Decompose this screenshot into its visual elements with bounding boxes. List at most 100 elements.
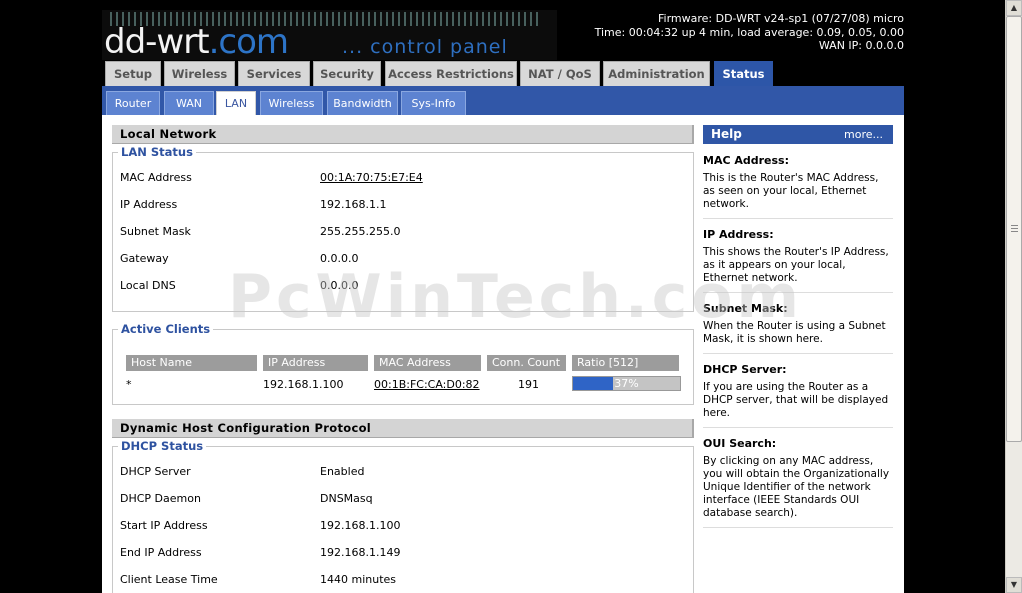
row-value: 192.168.1.1: [320, 198, 387, 211]
row-label: Client Lease Time: [120, 573, 218, 586]
lan-row-gateway: Gateway 0.0.0.0: [113, 245, 693, 272]
scroll-down-arrow-icon[interactable]: ▼: [1006, 577, 1022, 593]
row-value: 0.0.0.0: [320, 252, 359, 265]
help-item-ip: IP Address: This shows the Router's IP A…: [703, 219, 893, 293]
lan-status-fieldset: LAN Status MAC Address 00:1A:70:75:E7:E4…: [112, 145, 694, 312]
client-ratio-text: 37%: [614, 377, 639, 390]
section-title-local-network: Local Network: [112, 125, 694, 144]
help-more-link[interactable]: more...: [844, 125, 883, 144]
tab-administration[interactable]: Administration: [603, 61, 710, 86]
row-label: End IP Address: [120, 546, 202, 559]
help-title: Help more...: [703, 125, 893, 144]
row-value: Enabled: [320, 465, 365, 478]
tab-security[interactable]: Security: [313, 61, 381, 86]
client-ip: 192.168.1.100: [263, 378, 344, 391]
main-panel: Local Network LAN Status MAC Address 00:…: [112, 125, 694, 593]
lan-row-dns: Local DNS 0.0.0.0: [113, 272, 693, 299]
subtab-router[interactable]: Router: [106, 91, 160, 115]
row-value: 1440 minutes: [320, 573, 397, 586]
section-title-dhcp: Dynamic Host Configuration Protocol: [112, 419, 694, 438]
row-value: 0.0.0.0: [320, 279, 359, 292]
col-host-name: Host Name: [126, 355, 258, 371]
col-ratio: Ratio [512]: [572, 355, 680, 371]
row-label: DHCP Daemon: [120, 492, 201, 505]
uptime-load: Time: 00:04:32 up 4 min, load average: 0…: [594, 25, 904, 39]
tab-setup[interactable]: Setup: [105, 61, 161, 86]
help-item-oui: OUI Search: By clicking on any MAC addre…: [703, 428, 893, 528]
row-value: DNSMasq: [320, 492, 373, 505]
col-conn-count: Conn. Count: [487, 355, 567, 371]
help-heading: MAC Address:: [703, 154, 790, 167]
client-mac-link[interactable]: 00:1B:FC:CA:D0:82: [374, 378, 480, 391]
main-tabs: Setup Wireless Services Security Access …: [102, 61, 904, 86]
help-body: By clicking on any MAC address, you will…: [703, 455, 890, 519]
help-body: If you are using the Router as a DHCP se…: [703, 381, 889, 419]
help-heading: DHCP Server:: [703, 363, 787, 376]
subtab-wireless[interactable]: Wireless: [260, 91, 323, 115]
row-label: Gateway: [120, 252, 169, 265]
lan-row-mac: MAC Address 00:1A:70:75:E7:E4: [113, 164, 693, 191]
tab-status[interactable]: Status: [714, 61, 773, 86]
logo-tagline: ... control panel: [342, 36, 508, 58]
client-ratio-bar: 37%: [572, 376, 681, 391]
help-title-text: Help: [711, 127, 742, 141]
row-value: 192.168.1.100: [320, 519, 401, 532]
tab-access-restrictions[interactable]: Access Restrictions: [385, 61, 517, 86]
tab-wireless[interactable]: Wireless: [164, 61, 235, 86]
ddwrt-logo[interactable]: dd-wrt.com ... control panel: [102, 10, 557, 62]
help-body: This is the Router's MAC Address, as see…: [703, 172, 879, 210]
dhcp-row-server: DHCP Server Enabled: [113, 458, 693, 485]
row-label: MAC Address: [120, 171, 192, 184]
active-clients-fieldset: Active Clients Host Name IP Address MAC …: [112, 322, 694, 405]
tab-nat-qos[interactable]: NAT / QoS: [520, 61, 600, 86]
help-heading: IP Address:: [703, 228, 774, 241]
help-item-subnet: Subnet Mask: When the Router is using a …: [703, 293, 893, 354]
dhcp-row-end-ip: End IP Address 192.168.1.149: [113, 539, 693, 566]
sub-tabs: Router WAN LAN Wireless Bandwidth Sys-In…: [102, 86, 904, 115]
scroll-thumb[interactable]: [1006, 16, 1022, 442]
client-host: *: [126, 378, 132, 391]
subtab-wan[interactable]: WAN: [164, 91, 214, 115]
help-item-dhcp: DHCP Server: If you are using the Router…: [703, 354, 893, 428]
subtab-lan[interactable]: LAN: [216, 91, 256, 115]
lan-status-legend: LAN Status: [118, 145, 196, 159]
help-heading: OUI Search:: [703, 437, 777, 450]
firmware-info: Firmware: DD-WRT v24-sp1 (07/27/08) micr…: [595, 12, 904, 53]
logo-text: dd-wrt.com: [104, 22, 289, 62]
dhcp-row-daemon: DHCP Daemon DNSMasq: [113, 485, 693, 512]
row-value: 192.168.1.149: [320, 546, 401, 559]
row-value: 255.255.255.0: [320, 225, 401, 238]
dhcp-status-fieldset: DHCP Status DHCP Server Enabled DHCP Dae…: [112, 439, 694, 593]
active-clients-legend: Active Clients: [118, 322, 214, 336]
help-heading: Subnet Mask:: [703, 302, 788, 315]
wan-ip: WAN IP: 0.0.0.0: [818, 39, 904, 52]
row-label: Local DNS: [120, 279, 176, 292]
grip-icon: [1011, 225, 1018, 233]
mac-address-link[interactable]: 00:1A:70:75:E7:E4: [320, 171, 423, 184]
firmware-version: Firmware: DD-WRT v24-sp1 (07/27/08) micr…: [657, 12, 904, 25]
dhcp-status-legend: DHCP Status: [118, 439, 207, 453]
vertical-scrollbar[interactable]: ▲ ▼: [1005, 0, 1022, 593]
help-body: When the Router is using a Subnet Mask, …: [703, 320, 886, 345]
header: dd-wrt.com ... control panel Firmware: D…: [102, 10, 904, 62]
help-item-mac: MAC Address: This is the Router's MAC Ad…: [703, 144, 893, 219]
subtab-bandwidth[interactable]: Bandwidth: [327, 91, 398, 115]
subtab-sys-info[interactable]: Sys-Info: [401, 91, 466, 115]
router-page: dd-wrt.com ... control panel Firmware: D…: [102, 10, 904, 593]
lan-row-subnet: Subnet Mask 255.255.255.0: [113, 218, 693, 245]
row-label: DHCP Server: [120, 465, 191, 478]
row-label: Start IP Address: [120, 519, 208, 532]
lan-row-ip: IP Address 192.168.1.1: [113, 191, 693, 218]
tab-services[interactable]: Services: [238, 61, 310, 86]
row-label: Subnet Mask: [120, 225, 191, 238]
client-conn-count: 191: [518, 378, 539, 391]
scroll-up-arrow-icon[interactable]: ▲: [1006, 0, 1022, 16]
col-ip-address: IP Address: [263, 355, 369, 371]
col-mac-address: MAC Address: [374, 355, 482, 371]
dhcp-row-start-ip: Start IP Address 192.168.1.100: [113, 512, 693, 539]
help-panel: Help more... MAC Address: This is the Ro…: [703, 125, 893, 528]
row-label: IP Address: [120, 198, 178, 211]
help-body: This shows the Router's IP Address, as i…: [703, 246, 889, 284]
dhcp-row-lease-time: Client Lease Time 1440 minutes: [113, 566, 693, 593]
content-area: Local Network LAN Status MAC Address 00:…: [102, 115, 904, 593]
